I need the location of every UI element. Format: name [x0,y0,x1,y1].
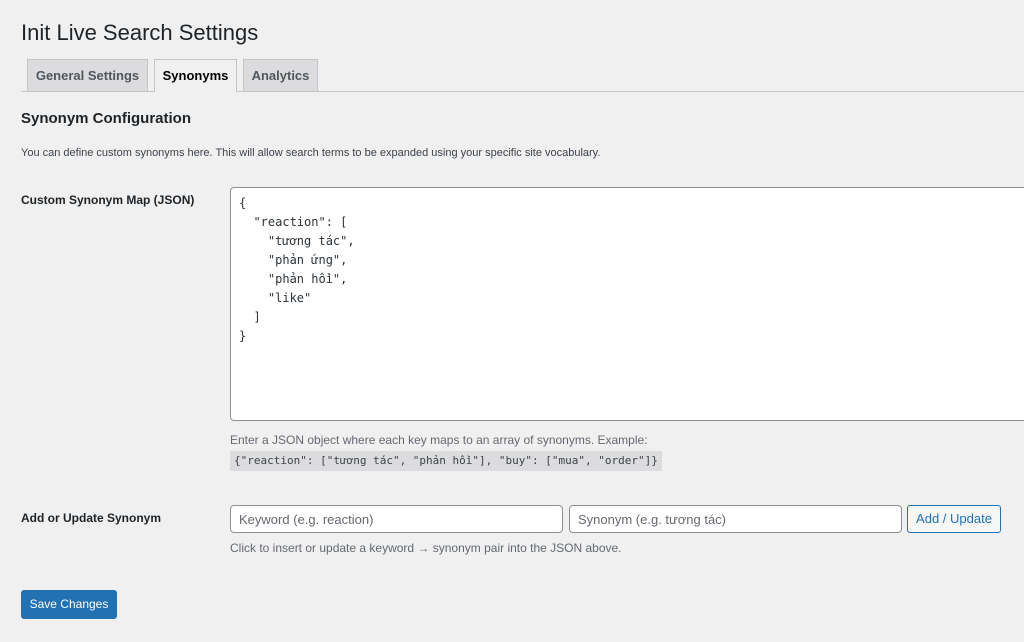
synonym-map-example: {"reaction": ["tương tác", "phản hồi"], … [230,451,662,471]
page-title: Init Live Search Settings [21,20,259,45]
synonym-map-textarea[interactable] [230,187,1024,421]
synonym-input[interactable] [569,505,902,533]
tab-general-settings[interactable]: General Settings [27,59,148,91]
section-title: Synonym Configuration [21,110,191,127]
keyword-input[interactable] [230,505,563,533]
section-description: You can define custom synonyms here. Thi… [21,147,601,159]
tab-analytics[interactable]: Analytics [243,59,318,91]
save-changes-button[interactable]: Save Changes [21,590,117,619]
add-synonym-hint: Click to insert or update a keyword → sy… [230,541,622,555]
add-update-button[interactable]: Add / Update [907,505,1001,533]
tab-synonyms[interactable]: Synonyms [154,59,237,92]
synonym-map-hint: Enter a JSON object where each key maps … [230,433,648,447]
add-synonym-label: Add or Update Synonym [21,511,162,525]
synonym-map-label: Custom Synonym Map (JSON) [21,193,195,207]
settings-page: Init Live Search Settings General Settin… [0,0,1024,642]
nav-tabs: General Settings Synonyms Analytics [0,59,1024,92]
